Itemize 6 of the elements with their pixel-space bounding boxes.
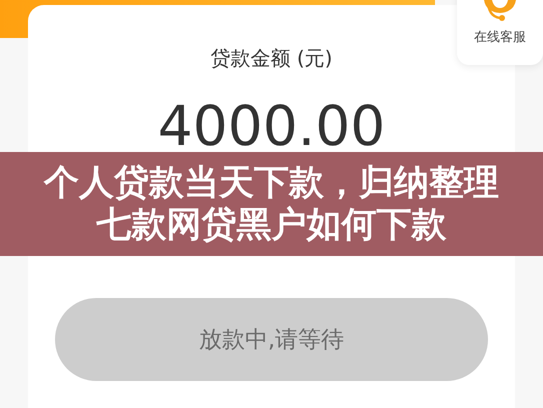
loan-amount-label: 贷款金额 (元): [210, 45, 332, 72]
loan-amount: 4000.00: [158, 94, 386, 158]
title-line: 七款网贷黑户如何下款: [96, 204, 446, 246]
customer-service-widget[interactable]: 在线客服: [457, 0, 543, 65]
service-label: 在线客服: [474, 29, 526, 46]
title-line: 个人贷款当天下款，归纳整理: [44, 162, 499, 204]
